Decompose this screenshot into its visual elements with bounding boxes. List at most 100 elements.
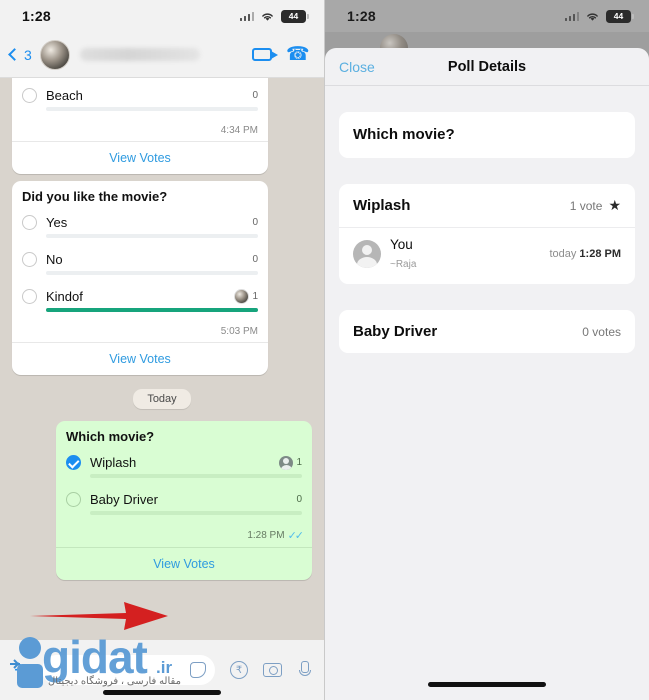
poll-option-progress (46, 107, 258, 111)
view-votes-button[interactable]: View Votes (12, 141, 268, 174)
sticker-icon[interactable] (190, 662, 206, 678)
poll-question: Did you like the movie? (22, 189, 168, 204)
radio-unchecked-icon[interactable] (22, 88, 37, 103)
poll-option-header: Baby Driver 0 votes (339, 310, 635, 353)
rupee-payment-icon[interactable]: ₹ (230, 661, 248, 679)
poll-card-which-movie[interactable]: Which movie? Wiplash 1 Baby Driver 0 1:2… (56, 421, 312, 580)
radio-unchecked-icon[interactable] (22, 289, 37, 304)
poll-option-label: Kindof (46, 289, 83, 304)
poll-option-label: Wiplash (90, 455, 137, 470)
poll-option-progress (46, 271, 258, 275)
voter-avatar (234, 289, 250, 304)
poll-option-progress (46, 234, 258, 238)
poll-option-label: No (46, 252, 63, 267)
poll-option-progress (90, 511, 302, 515)
message-time: 4:34 PM (220, 125, 258, 136)
status-bar: 1:28 44 (0, 0, 324, 32)
message-time: 1:28 PM (247, 530, 285, 541)
avatar (353, 240, 381, 268)
radio-unchecked-icon[interactable] (22, 252, 37, 267)
poll-option-count: 0 (252, 254, 258, 265)
radio-unchecked-icon[interactable] (66, 492, 81, 507)
poll-option-count: 0 (252, 90, 258, 101)
right-phone-screen: 1:28 44 Close Poll Details Which movie? (325, 0, 649, 700)
status-icons: 44 (564, 9, 634, 23)
chevron-left-icon (8, 48, 21, 61)
poll-option-row[interactable]: No 0 (22, 252, 258, 267)
status-time: 1:28 (22, 8, 51, 24)
message-input[interactable] (41, 655, 215, 685)
sheet-header: Close Poll Details (325, 48, 649, 86)
poll-card-beach[interactable]: Beach 0 4:34 PM View Votes (12, 78, 268, 174)
battery-icon: 44 (606, 9, 634, 23)
poll-option-header: Wiplash 1 vote ★ (339, 184, 635, 227)
status-icons: 44 (239, 9, 309, 23)
poll-question: Which movie? (353, 126, 455, 143)
voter-avatar (279, 455, 294, 470)
voter-timestamp-day: today (549, 248, 577, 260)
poll-option-row[interactable]: Beach 0 (22, 88, 258, 103)
poll-option-label: Baby Driver (90, 492, 158, 507)
home-indicator (428, 682, 546, 687)
poll-option-card-baby-driver[interactable]: Baby Driver 0 votes (339, 310, 635, 353)
poll-option-label: Yes (46, 215, 68, 230)
radio-checked-icon[interactable] (66, 455, 81, 470)
poll-details-sheet: Close Poll Details Which movie? Wiplash … (325, 48, 649, 700)
view-votes-button[interactable]: View Votes (56, 547, 312, 580)
avatar[interactable] (39, 39, 70, 70)
voice-call-icon[interactable]: ☎ (286, 44, 310, 65)
message-meta: 1:28 PM ✓✓ (66, 529, 305, 547)
poll-option-count: 1 (252, 291, 258, 302)
poll-option-row[interactable]: Wiplash 1 (66, 455, 302, 470)
poll-option-row[interactable]: Yes 0 (22, 215, 258, 230)
page-title: Poll Details (447, 58, 527, 75)
message-meta: 5:03 PM (22, 326, 258, 342)
contact-name-blurred[interactable] (79, 48, 200, 61)
day-divider-label: Today (133, 389, 191, 409)
video-call-icon[interactable] (252, 48, 279, 61)
wifi-icon (587, 12, 598, 21)
poll-option-row[interactable]: Baby Driver 0 (66, 492, 302, 507)
poll-option-name: Baby Driver (353, 323, 438, 340)
chat-header: 3 ☎ (0, 32, 324, 78)
battery-icon: 44 (281, 9, 309, 23)
read-receipt-icon: ✓✓ (287, 530, 305, 542)
status-bar: 1:28 44 (325, 0, 649, 32)
voter-subtitle: ~Raja (390, 259, 417, 270)
annotation-arrow (30, 602, 168, 630)
voter-name: You (390, 237, 413, 252)
unread-count-badge: 3 (24, 46, 32, 63)
status-time: 1:28 (347, 8, 376, 24)
poll-option-progress-filled (46, 308, 258, 312)
voter-row[interactable]: You ~Raja today 1:28 PM (339, 227, 635, 284)
microphone-icon[interactable] (297, 661, 311, 679)
camera-icon[interactable] (263, 663, 282, 677)
poll-option-label: Beach (46, 88, 83, 103)
view-votes-button[interactable]: View Votes (12, 342, 268, 375)
poll-card-movie-like[interactable]: Did you like the movie? Yes 0 No 0 Kindo… (12, 181, 268, 375)
poll-option-votes: 1 vote (569, 198, 603, 213)
poll-question-card: Which movie? (339, 112, 635, 158)
poll-option-card-wiplash[interactable]: Wiplash 1 vote ★ You ~Raja today 1:28 PM (339, 184, 635, 284)
poll-option-progress-filled (90, 474, 302, 478)
poll-option-votes: 0 votes (582, 324, 621, 339)
back-button[interactable]: 3 (8, 46, 32, 63)
star-icon: ★ (608, 197, 621, 213)
message-time: 5:03 PM (220, 326, 258, 337)
voter-identity: You ~Raja (390, 236, 540, 272)
poll-option-row[interactable]: Kindof 1 (22, 289, 258, 304)
radio-unchecked-icon[interactable] (22, 215, 37, 230)
message-meta: 4:34 PM (22, 125, 258, 141)
poll-option-count: 1 (296, 457, 302, 468)
attach-plus-icon[interactable]: + (14, 659, 27, 681)
left-phone-screen: 1:28 44 3 ☎ Beach 0 4:34 PM View Votes D… (0, 0, 325, 700)
voter-timestamp-time: 1:28 PM (579, 248, 621, 260)
signal-bars-icon (564, 11, 579, 21)
poll-option-count: 0 (296, 494, 302, 505)
dual-phone-screenshot: 1:28 44 3 ☎ Beach 0 4:34 PM View Votes D… (0, 0, 649, 700)
poll-option-voter: 1 (234, 289, 258, 304)
signal-bars-icon (239, 11, 254, 21)
wifi-icon (262, 12, 273, 21)
poll-option-count: 0 (252, 217, 258, 228)
close-button[interactable]: Close (339, 59, 375, 75)
